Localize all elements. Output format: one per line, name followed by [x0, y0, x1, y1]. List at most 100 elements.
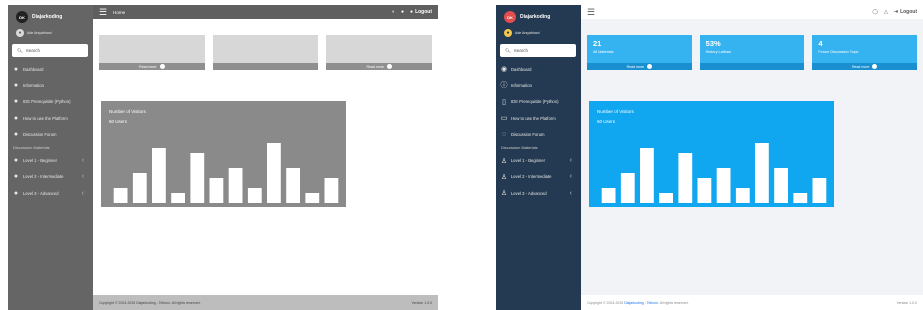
read-more-label: Read more — [852, 64, 870, 69]
chat-icon: ● — [13, 130, 19, 138]
stat-card — [212, 35, 319, 70]
chart-bar — [659, 193, 673, 203]
level-icon: ● — [13, 157, 19, 165]
stats-cards: Read more Read more — [99, 35, 433, 70]
brand[interactable]: DK Diajarkoding — [16, 11, 62, 23]
bar-chart — [601, 143, 827, 203]
chart-bar — [716, 168, 731, 203]
sidebar-item-level3[interactable]: ● Level 3 - Advanced ‹ — [12, 185, 90, 201]
sidebar-item-forum[interactable]: ◌ Discussion Forum — [500, 126, 578, 142]
brand[interactable]: DK Diajarkoding — [504, 11, 550, 23]
logout-button[interactable]: ⇥ Logout — [894, 9, 917, 15]
sidebar-item-label: Level 3 - Advanced — [23, 190, 59, 196]
copyright-link[interactable]: Diajarkoding - Telkom — [624, 301, 658, 305]
sidebar-item-label: Level 3 - Advanced — [511, 190, 547, 196]
messages-icon[interactable]: ◯ — [872, 9, 878, 15]
laptop-icon: ▭ — [500, 115, 508, 123]
search-icon: 🔍︎ — [505, 47, 511, 53]
sidebar-item-label: Discussion Forum — [511, 131, 545, 137]
stat-card-materials: 21 All Materials Read more — [587, 35, 692, 70]
sidebar-item-label: Level 1 - Beginner — [23, 158, 57, 164]
stat-card-forum: 4 Forum Discussion Topic Read more — [812, 35, 918, 70]
topbar-actions: ◯ △ ⇥ Logout — [872, 9, 917, 15]
sidebar-item-level2[interactable]: ● Level 2 - Intermediate ‹ — [12, 169, 90, 185]
sidebar-item-level2[interactable]: ♙ Level 2 - Intermediate ‹ — [500, 169, 578, 185]
chevron-left-icon: ‹ — [81, 189, 84, 197]
chart-subtitle: 50 Users — [597, 119, 616, 124]
brand-logo: DK — [16, 11, 28, 23]
dashboard-icon: ● — [13, 65, 19, 73]
theme-toggle-icon[interactable]: ◐ — [392, 9, 395, 15]
file-code-icon: ● — [13, 98, 19, 106]
sidebar-item-ide[interactable]: ▯ IDE Prerequisite (Python) — [500, 94, 578, 110]
search-placeholder: Search — [25, 48, 40, 53]
bar-chart — [113, 143, 339, 203]
sidebar-item-level3[interactable]: ♙ Level 3 - Advanced ‹ — [500, 185, 578, 201]
visitors-chart: Number of Visitors 50 Users — [101, 101, 346, 207]
copyright-prefix: Copyright © 2024-2025 — [99, 300, 136, 305]
read-more-link[interactable]: Read more — [812, 63, 918, 70]
read-more-link[interactable]: Read more — [587, 63, 692, 70]
chart-bar — [305, 193, 320, 203]
user-name: Ade Arsyahhani — [515, 30, 540, 35]
stat-card-history: 53% History Latihan — [699, 35, 805, 70]
brand-name: Diajarkoding — [32, 14, 63, 20]
read-more-link[interactable]: Read more — [326, 63, 433, 70]
copyright-suffix: All rights reserved. — [659, 300, 689, 305]
search-input[interactable]: 🔍︎ Search — [12, 44, 88, 57]
sidebar-item-dashboard[interactable]: ◉ Dashboard — [500, 61, 578, 77]
sidebar-item-forum[interactable]: ● Discussion Forum — [12, 126, 90, 142]
notifications-icon[interactable]: △ — [884, 9, 888, 15]
menu-toggle-icon[interactable]: ☰ — [587, 7, 595, 18]
read-more-link[interactable]: Read more — [99, 63, 205, 70]
logout-button[interactable]: ● Logout — [410, 9, 432, 15]
notifications-icon[interactable]: ● — [401, 9, 404, 15]
sidebar: DK Diajarkoding ● Ade Arsyahhani 🔍︎ Sear… — [496, 5, 581, 310]
chat-icon: ◌ — [501, 130, 507, 138]
topbar: ☰ Home ◐ ● ● Logout — [93, 5, 438, 19]
chart-bar — [209, 178, 224, 203]
chart-bar — [735, 188, 750, 203]
menu-toggle-icon[interactable]: ☰ — [99, 7, 107, 18]
chart-bar — [678, 153, 693, 203]
version-label: Version 1.0.0 — [896, 300, 917, 305]
sidebar-item-label: Level 2 - Intermediate — [511, 174, 552, 180]
user-name: Ade Arsyahhani — [27, 30, 52, 35]
sidebar-item-howto[interactable]: ● How to use the Platform — [12, 110, 90, 126]
search-input[interactable]: 🔍︎ Search — [500, 44, 576, 57]
chart-bar — [152, 148, 166, 203]
copyright: Copyright © 2024-2025 Diajarkoding - Tel… — [587, 300, 689, 305]
chart-bar — [247, 188, 262, 203]
arrow-circle-icon — [386, 64, 392, 69]
user-profile[interactable]: ● Ade Arsyahhani — [504, 28, 540, 37]
sidebar-item-information[interactable]: ● Information — [12, 77, 90, 93]
footer: Copyright © 2024-2025 Diajarkoding - Tel… — [581, 295, 923, 310]
sidebar-item-dashboard[interactable]: ● Dashboard — [12, 61, 90, 77]
grayscale-dashboard-panel: DK Diajarkoding ● Ade Arsyahhani 🔍︎ Sear… — [8, 5, 438, 310]
chevron-left-icon: ‹ — [81, 173, 84, 181]
chart-bar — [228, 168, 243, 203]
sidebar-item-level1[interactable]: ● Level 1 - Beginner ‹ — [12, 152, 90, 168]
chart-bar — [132, 173, 147, 203]
sidebar-item-level1[interactable]: ♙ Level 1 - Beginner ‹ — [500, 152, 578, 168]
user-level-icon: ♙ — [500, 173, 508, 181]
sidebar-item-ide[interactable]: ● IDE Prerequisite (Python) — [12, 94, 90, 110]
sidebar-item-label: Level 2 - Intermediate — [23, 174, 64, 180]
copyright-link[interactable]: Diajarkoding - Telkom — [136, 301, 170, 305]
chevron-left-icon: ‹ — [81, 157, 84, 165]
version-label: Version 1.0.0 — [411, 300, 432, 305]
copyright: Copyright © 2024-2025 Diajarkoding - Tel… — [99, 300, 201, 305]
stats-cards: 21 All Materials Read more 53% History L… — [587, 35, 918, 70]
chart-bar — [286, 168, 300, 203]
menu-section-header: Discussion Materials — [13, 144, 50, 150]
breadcrumb[interactable]: Home — [113, 10, 125, 15]
sidebar-item-information[interactable]: ⓘ Information — [500, 77, 578, 93]
sidebar-item-label: IDE Prerequisite (Python) — [511, 99, 559, 105]
dashboard-icon: ◉ — [500, 66, 508, 74]
sidebar-menu: ● Dashboard ● Information ● IDE Prerequisit… — [12, 61, 90, 201]
main-content: ☰ ◯ △ ⇥ Logout 21 All Materials Read more… — [581, 5, 923, 310]
user-profile[interactable]: ● Ade Arsyahhani — [16, 28, 52, 37]
sidebar-item-howto[interactable]: ▭ How to use the Platform — [500, 110, 578, 126]
card-footer — [212, 63, 319, 70]
chevron-left-icon: ‹ — [569, 189, 572, 197]
